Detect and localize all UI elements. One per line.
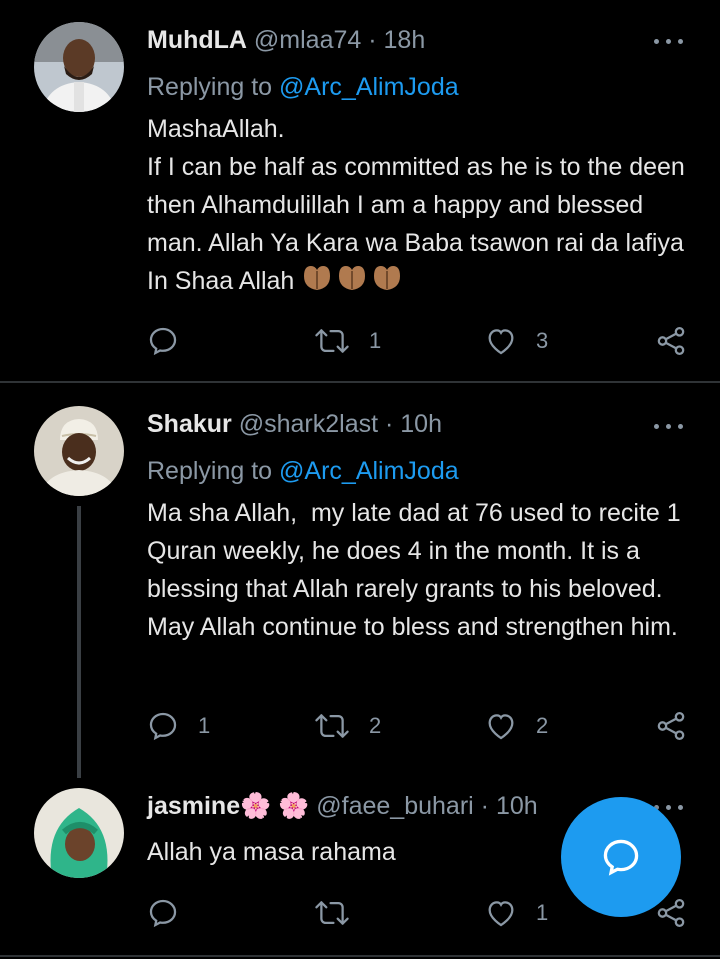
reply-button[interactable] (146, 893, 198, 933)
share-icon (657, 326, 685, 356)
like-count: 1 (536, 900, 549, 925)
author-handle[interactable]: @shark2last (239, 410, 378, 438)
like-count: 2 (536, 713, 549, 738)
reply-icon (149, 712, 177, 741)
retweet-count: 2 (369, 713, 382, 738)
reply-icon (149, 327, 177, 356)
separator-dot: · (385, 410, 394, 438)
avatar-muhdla[interactable] (34, 22, 124, 112)
reply-button[interactable] (146, 321, 198, 361)
reply-button[interactable]: 1 (146, 706, 210, 746)
replying-to-label: Replying to (147, 457, 280, 485)
like-count: 3 (536, 328, 549, 353)
separator-dot: · (368, 26, 377, 54)
compose-reply-icon (603, 839, 639, 876)
mention-link[interactable]: @Arc_AlimJoda (279, 457, 459, 485)
retweet-icon (315, 714, 349, 738)
share-icon (657, 711, 685, 741)
replying-to: Replying to @Arc_AlimJoda (147, 72, 459, 102)
tweet-header: MuhdLA @mlaa74 · 18h (147, 25, 425, 55)
heart-icon (488, 714, 514, 740)
tweet-text-line: MashaAllah. (147, 115, 285, 143)
more-dots-icon[interactable] (654, 36, 684, 46)
tweet-2[interactable]: Shakur @shark2last · 10h Replying to @Ar… (0, 384, 720, 784)
tweet-divider (0, 381, 720, 383)
avatar-shakur[interactable] (34, 406, 124, 496)
tweet-text-line: If I can be half as committed as he is t… (147, 148, 702, 303)
reply-count: 1 (198, 713, 211, 738)
like-button[interactable]: 1 (484, 893, 548, 933)
compose-reply-button[interactable] (561, 797, 681, 917)
name-flower-emoji: 🌸 🌸 (240, 792, 310, 820)
retweet-icon (315, 901, 349, 925)
avatar-jasmine[interactable] (34, 788, 124, 878)
tweet-header: jasmine🌸 🌸 @faee_buhari · 10h (147, 791, 538, 821)
heart-icon (488, 329, 514, 355)
tweet-text: Ma sha Allah, my late dad at 76 used to … (147, 499, 688, 641)
more-dots-icon[interactable] (654, 421, 684, 431)
retweet-count: 1 (369, 328, 382, 353)
replying-to: Replying to @Arc_AlimJoda (147, 456, 459, 486)
tweet-header: Shakur @shark2last · 10h (147, 409, 442, 439)
like-button[interactable]: 3 (484, 321, 548, 361)
author-name[interactable]: jasmine (147, 792, 240, 820)
heart-icon (488, 901, 514, 927)
author-handle[interactable]: @mlaa74 (254, 26, 361, 54)
praying-hands-emoji (301, 262, 405, 303)
author-name[interactable]: Shakur (147, 410, 232, 438)
tweet-text-content: If I can be half as committed as he is t… (147, 153, 685, 296)
retweet-button[interactable]: 2 (313, 706, 381, 746)
retweet-button[interactable]: 1 (313, 321, 381, 361)
author-handle[interactable]: @faee_buhari (316, 792, 473, 820)
timestamp[interactable]: 10h (496, 792, 538, 820)
reply-icon (149, 899, 177, 928)
retweet-icon (315, 329, 349, 353)
replying-to-label: Replying to (147, 73, 280, 101)
timestamp[interactable]: 10h (400, 410, 442, 438)
timestamp[interactable]: 18h (384, 26, 426, 54)
retweet-button[interactable] (313, 893, 369, 933)
tweet-text: MashaAllah. If I can be half as committe… (147, 110, 702, 303)
tweet-divider (0, 955, 720, 957)
tweet-actions: 1 2 2 (0, 706, 720, 746)
separator-dot: · (480, 792, 489, 820)
tweet-actions: 1 3 (0, 321, 720, 361)
author-name[interactable]: MuhdLA (147, 26, 247, 54)
share-button[interactable] (654, 706, 688, 746)
mention-link[interactable]: @Arc_AlimJoda (279, 73, 459, 101)
share-button[interactable] (654, 321, 688, 361)
like-button[interactable]: 2 (484, 706, 548, 746)
tweet-1[interactable]: MuhdLA @mlaa74 · 18h Replying to @Arc_Al… (0, 0, 720, 384)
